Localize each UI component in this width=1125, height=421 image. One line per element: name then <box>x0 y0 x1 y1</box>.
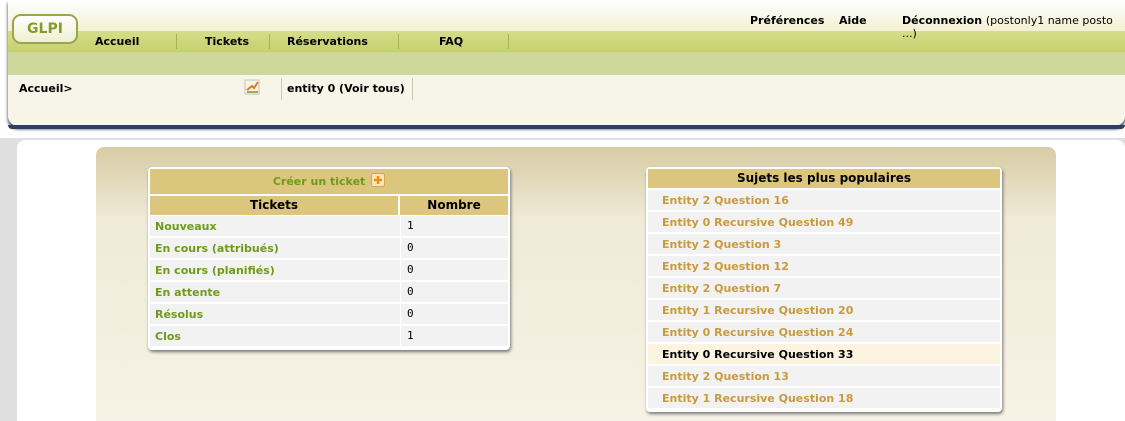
menu-item-tickets[interactable]: Tickets <box>205 35 249 48</box>
popular-faq-panel: Sujets les plus populaires Entity 2 Ques… <box>646 167 1002 412</box>
create-ticket-label: Créer un ticket <box>272 175 366 188</box>
ticket-count: 1 <box>400 326 508 347</box>
entity-selector[interactable]: entity 0 (Voir tous) <box>287 82 405 95</box>
menu-separator <box>398 34 399 49</box>
ticket-count: 0 <box>400 238 508 259</box>
faq-question-link[interactable]: Entity 2 Question 7 <box>662 282 781 295</box>
ticket-status-link[interactable]: Clos <box>155 330 181 343</box>
faq-question-link[interactable]: Entity 1 Recursive Question 20 <box>662 304 853 317</box>
faq-question-link[interactable]: Entity 1 Recursive Question 18 <box>662 392 853 405</box>
table-row: En attente 0 <box>150 281 508 303</box>
faq-question-link[interactable]: Entity 2 Question 16 <box>662 194 789 207</box>
glpi-logo[interactable]: GLPI <box>12 14 78 44</box>
ticket-count: 0 <box>400 282 508 303</box>
list-item: Entity 0 Recursive Question 24 <box>648 321 1000 342</box>
entity-tree-icon[interactable] <box>243 78 261 96</box>
ticket-count: 0 <box>400 304 508 325</box>
faq-question-link[interactable]: Entity 2 Question 12 <box>662 260 789 273</box>
list-item: Entity 1 Recursive Question 20 <box>648 299 1000 320</box>
menu-separator <box>508 34 509 49</box>
menu-sub-bar <box>8 52 1125 75</box>
faq-question-link[interactable]: Entity 0 Recursive Question 24 <box>662 326 853 339</box>
ticket-status-link[interactable]: En cours (attribués) <box>155 242 279 255</box>
list-item: Entity 0 Recursive Question 49 <box>648 211 1000 232</box>
list-item-hovered: Entity 0 Recursive Question 33 <box>648 343 1000 364</box>
entity-separator-left <box>281 78 282 100</box>
faq-panel-title: Sujets les plus populaires <box>648 169 1000 188</box>
col-header-tickets: Tickets <box>150 196 398 215</box>
ticket-status-link[interactable]: En attente <box>155 286 220 299</box>
ticket-status-link[interactable]: Nouveaux <box>155 220 217 233</box>
logout-link[interactable]: Déconnexion (postonly1 name posto ...) <box>902 14 1125 40</box>
help-link[interactable]: Aide <box>839 14 867 27</box>
list-item: Entity 2 Question 16 <box>648 189 1000 210</box>
col-header-count: Nombre <box>400 196 508 215</box>
logo-text: GLPI <box>27 21 63 37</box>
menu-separator <box>269 34 270 49</box>
breadcrumb[interactable]: Accueil> <box>19 82 73 95</box>
faq-question-link[interactable]: Entity 0 Recursive Question 33 <box>662 348 853 361</box>
add-icon <box>371 173 386 187</box>
logout-label: Déconnexion <box>902 14 983 27</box>
list-item: Entity 1 Recursive Question 18 <box>648 387 1000 408</box>
list-item: Entity 2 Question 7 <box>648 277 1000 298</box>
faq-question-link[interactable]: Entity 2 Question 13 <box>662 370 789 383</box>
list-item: Entity 2 Question 3 <box>648 233 1000 254</box>
menu-separator <box>176 34 177 49</box>
entity-separator-right <box>412 78 413 100</box>
tickets-panel: Créer un ticket Tickets Nombre Nouveaux … <box>148 167 510 350</box>
table-row: En cours (planifiés) 0 <box>150 259 508 281</box>
ticket-status-link[interactable]: Résolus <box>155 308 203 321</box>
menu-item-reservations[interactable]: Réservations <box>287 35 368 48</box>
faq-question-link[interactable]: Entity 2 Question 3 <box>662 238 781 251</box>
table-row: Résolus 0 <box>150 303 508 325</box>
create-ticket-link[interactable]: Créer un ticket <box>150 169 508 194</box>
list-item: Entity 2 Question 12 <box>648 255 1000 276</box>
menu-item-faq[interactable]: FAQ <box>439 35 463 48</box>
menu-item-accueil[interactable]: Accueil <box>95 35 139 48</box>
table-row: Clos 1 <box>150 325 508 347</box>
faq-question-link[interactable]: Entity 0 Recursive Question 49 <box>662 216 853 229</box>
ticket-count: 0 <box>400 260 508 281</box>
ticket-status-link[interactable]: En cours (planifiés) <box>155 264 275 277</box>
list-item: Entity 2 Question 13 <box>648 365 1000 386</box>
ticket-count: 1 <box>400 216 508 237</box>
preferences-link[interactable]: Préférences <box>750 14 824 27</box>
table-row: En cours (attribués) 0 <box>150 237 508 259</box>
table-row: Nouveaux 1 <box>150 215 508 237</box>
